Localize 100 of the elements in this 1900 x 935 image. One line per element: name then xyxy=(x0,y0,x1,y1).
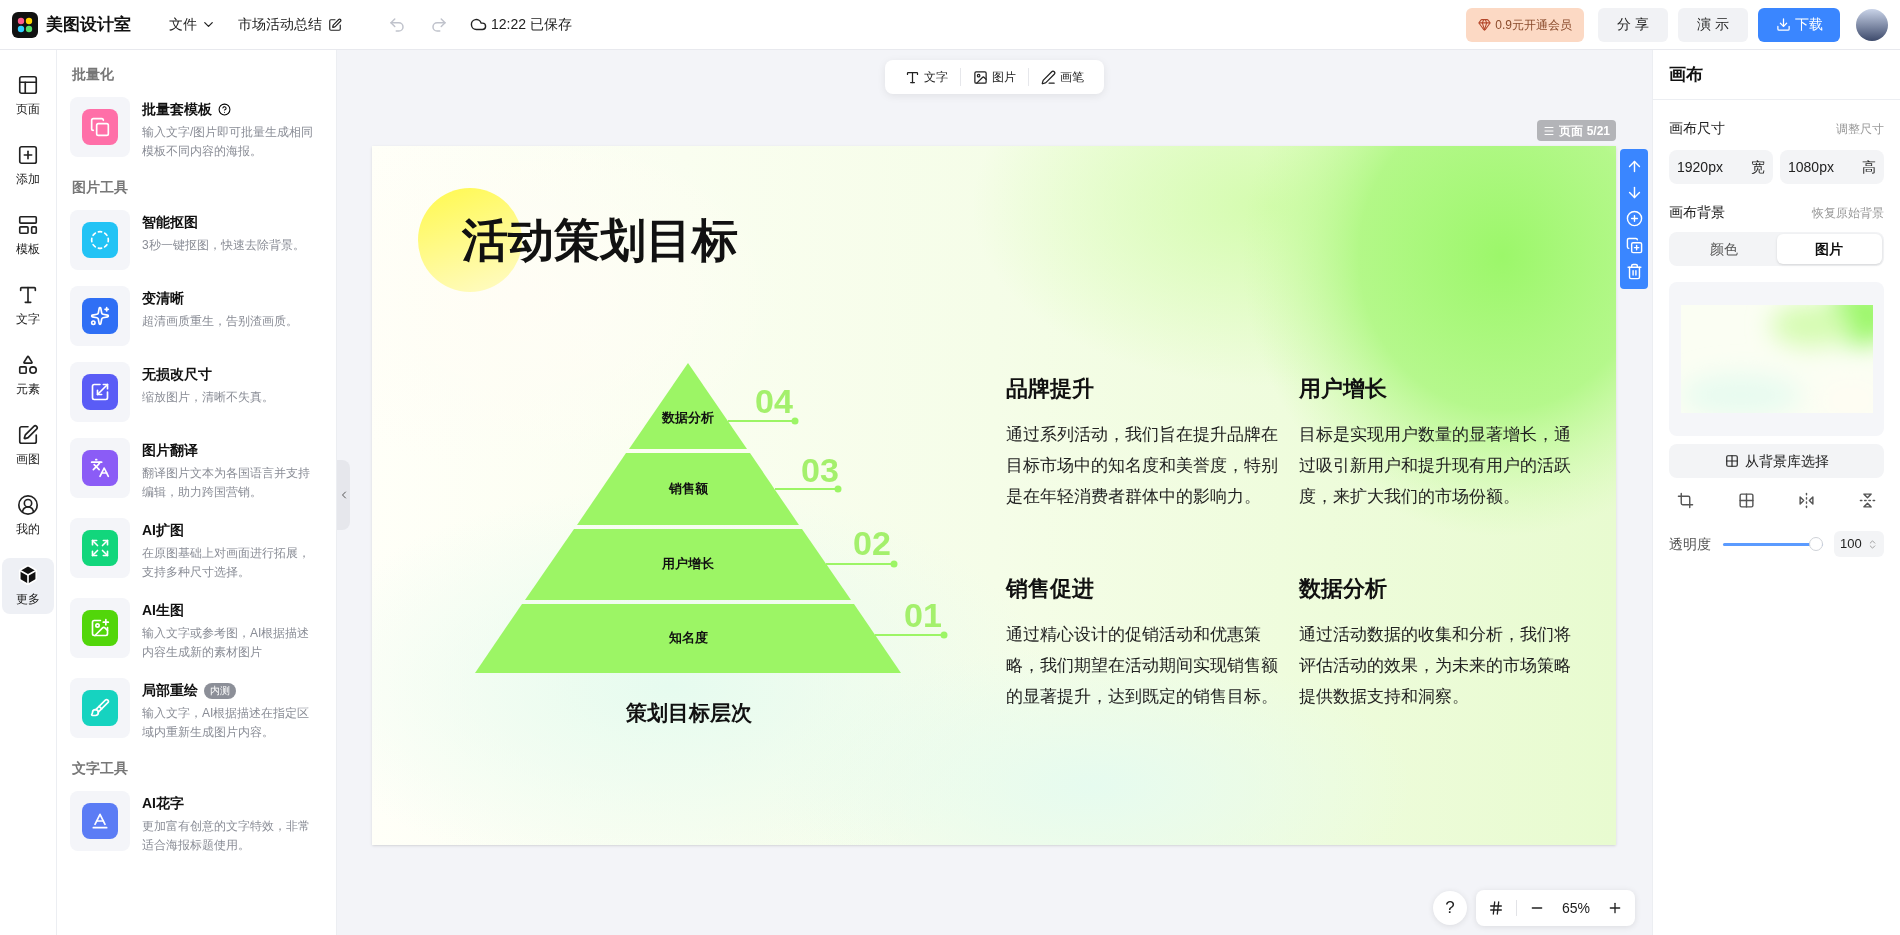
section-title: 文字工具 xyxy=(72,759,129,778)
block-body: 通过精心设计的促销活动和优惠策略，我们期望在活动期间实现销售额的显著提升，达到既定的销售目标。 xyxy=(1006,624,1279,708)
app-name: 美图设计室 xyxy=(46,13,131,36)
file-menu[interactable]: 文件 xyxy=(169,14,216,35)
tool-item[interactable]: AI花字 更加富有创意的文字特效，非常适合海报标题使用。 xyxy=(70,791,323,855)
tool-description: 超清画质重生，告别渣画质。 xyxy=(142,313,299,330)
block-body: 通过系列活动，我们旨在提升品牌在目标市场中的知名度和美誉度，特别是在年轻消费者群体中的影响力。 xyxy=(1006,424,1279,508)
tool-glyph-icon xyxy=(90,618,110,638)
help-button[interactable]: ? xyxy=(1433,891,1467,925)
slide-title: 活动策划目标 xyxy=(462,213,738,268)
tool-description: 输入文字，AI根据描述在指定区域内重新生成图片内容。 xyxy=(142,705,311,741)
toolbar-icon xyxy=(973,69,988,85)
section-label: 画布背景 xyxy=(1669,203,1725,222)
tool-item[interactable]: 局部重绘 内测 输入文字，AI根据描述在指定区域内重新生成图片内容。 xyxy=(70,678,323,742)
logo-icon xyxy=(12,11,38,38)
tool-description: 输入文字/图片即可批量生成相同模板不同内容的海报。 xyxy=(142,124,314,160)
slider-thumb[interactable] xyxy=(1809,537,1823,551)
tool-item[interactable]: 智能抠图 3秒一键抠图，快速去除背景。 xyxy=(70,210,323,270)
download-icon xyxy=(1775,17,1791,32)
pattern-icon xyxy=(1724,454,1739,468)
rail-tab[interactable]: 模板 xyxy=(2,208,54,264)
crop-icon[interactable] xyxy=(1677,492,1694,509)
toolbar-button[interactable]: 图片 xyxy=(961,68,1028,86)
block-heading: 销售促进 xyxy=(1006,575,1095,603)
tool-glyph-icon xyxy=(90,811,110,831)
height-field[interactable]: 1080px 高 xyxy=(1780,150,1884,184)
present-button[interactable]: 演 示 xyxy=(1678,7,1748,42)
level-number: 01 xyxy=(904,596,942,634)
level-number: 04 xyxy=(755,382,793,420)
undo-icon[interactable] xyxy=(388,15,406,34)
tool-item[interactable]: 无损改尺寸 缩放图片，清晰不失真。 xyxy=(70,362,323,422)
background-tab[interactable]: 图片 xyxy=(1776,234,1882,264)
flip-vertical-icon[interactable] xyxy=(1858,492,1876,509)
avatar[interactable] xyxy=(1856,8,1888,41)
tool-glyph-icon xyxy=(90,230,110,250)
rail-tab[interactable]: 画图 xyxy=(2,418,54,474)
tool-description: 更加富有创意的文字特效，非常适合海报标题使用。 xyxy=(142,818,311,854)
tool-title: 局部重绘 xyxy=(142,681,198,700)
zoom-in-icon[interactable] xyxy=(1607,900,1623,916)
background-tab[interactable]: 颜色 xyxy=(1671,234,1777,264)
rail-tab[interactable]: 元素 xyxy=(2,348,54,404)
delete-icon[interactable] xyxy=(1625,263,1643,281)
vip-button[interactable]: 0.9元开通会员 xyxy=(1466,7,1584,42)
tool-glyph-icon xyxy=(90,306,110,326)
block-heading: 用户增长 xyxy=(1299,375,1388,403)
help-icon[interactable] xyxy=(218,103,231,116)
edit-icon xyxy=(328,17,342,32)
layer-label: 数据分析 xyxy=(662,410,714,425)
grid-icon[interactable] xyxy=(1488,900,1504,916)
block-body: 通过活动数据的收集和分析，我们将评估活动的效果，为未来的市场策略提供数据支持和洞察。 xyxy=(1299,624,1572,708)
gem-icon xyxy=(1478,18,1492,31)
document-title[interactable]: 市场活动总结 xyxy=(238,14,342,35)
panel-title: 画布 xyxy=(1653,50,1900,100)
toolbar-icon xyxy=(905,69,920,85)
tool-title: 变清晰 xyxy=(142,289,184,308)
collapse-handle[interactable] xyxy=(337,460,350,530)
layer-label: 用户增长 xyxy=(662,556,714,571)
menu-icon xyxy=(1543,124,1556,137)
share-button[interactable]: 分 享 xyxy=(1598,7,1668,42)
toolbar-icon xyxy=(1041,69,1056,85)
rail-tab[interactable]: 文字 xyxy=(2,278,54,334)
flip-horizontal-icon[interactable] xyxy=(1798,492,1816,509)
toolbar-button[interactable]: 文字 xyxy=(893,68,960,86)
opacity-label: 透明度 xyxy=(1669,534,1711,554)
leader-line xyxy=(727,417,799,425)
tool-glyph-icon xyxy=(90,382,110,402)
tool-item[interactable]: AI扩图 在原图基础上对画面进行拓展，支持多种尺寸选择。 xyxy=(70,518,323,582)
rail-icon xyxy=(17,564,39,586)
rail-tab[interactable]: 添加 xyxy=(2,138,54,194)
tool-title: AI扩图 xyxy=(142,521,184,540)
toolbar-button[interactable]: 画笔 xyxy=(1029,68,1096,86)
background-library-button[interactable]: 从背景库选择 xyxy=(1669,444,1884,478)
zoom-level: 65% xyxy=(1561,898,1591,918)
rail-tab[interactable]: 我的 xyxy=(2,488,54,544)
redo-icon[interactable] xyxy=(430,15,448,34)
rail-icon xyxy=(17,74,39,96)
width-field[interactable]: 1920px 宽 xyxy=(1669,150,1773,184)
rail-icon xyxy=(17,284,39,306)
tool-item[interactable]: 批量套模板 输入文字/图片即可批量生成相同模板不同内容的海报。 xyxy=(70,97,323,161)
tool-glyph-icon xyxy=(90,698,110,718)
section-label: 画布尺寸 xyxy=(1669,119,1725,138)
add-page-icon[interactable] xyxy=(1625,210,1643,228)
tool-item[interactable]: 图片翻译 翻译图片文本为各国语言并支持编辑，助力跨国营销。 xyxy=(70,438,323,502)
duplicate-icon[interactable] xyxy=(1625,236,1643,254)
opacity-field[interactable]: 100 xyxy=(1834,531,1884,557)
tool-glyph-icon xyxy=(90,458,110,478)
cloud-icon xyxy=(470,16,487,33)
tool-description: 输入文字或参考图，AI根据描述内容生成新的素材图片 xyxy=(142,625,311,661)
opacity-slider[interactable] xyxy=(1723,537,1823,551)
rail-tab[interactable]: 更多 xyxy=(2,558,54,614)
level-number: 02 xyxy=(853,524,891,562)
rail-icon xyxy=(17,354,39,376)
pattern-icon[interactable] xyxy=(1737,492,1755,509)
tool-item[interactable]: AI生图 输入文字或参考图，AI根据描述内容生成新的素材图片 xyxy=(70,598,323,662)
layer-label: 知名度 xyxy=(668,630,708,645)
rail-tab[interactable]: 页面 xyxy=(2,68,54,124)
block-heading: 品牌提升 xyxy=(1006,375,1095,403)
section-title: 批量化 xyxy=(72,65,115,84)
leader-line xyxy=(774,485,842,493)
tool-item[interactable]: 变清晰 超清画质重生，告别渣画质。 xyxy=(70,286,323,346)
